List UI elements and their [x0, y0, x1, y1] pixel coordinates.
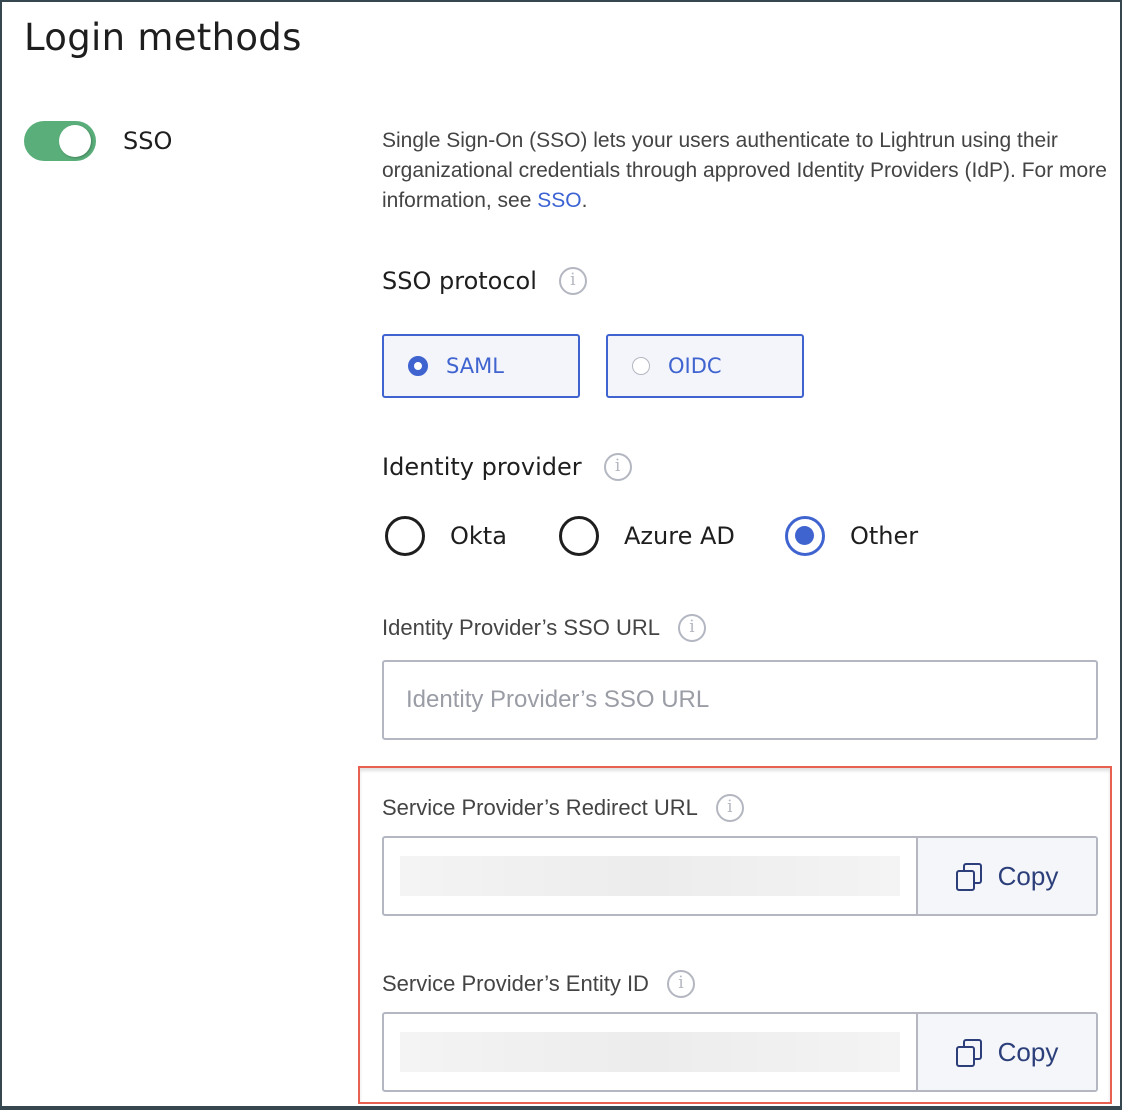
toggle-knob [59, 125, 91, 157]
sso-protocol-label: SSO protocol [382, 267, 537, 295]
radio-selected-icon [408, 356, 428, 376]
sp-redirect-url-label-text: Service Provider’s Redirect URL [382, 795, 698, 820]
radio-selected-icon [785, 516, 825, 556]
copy-button-label: Copy [997, 1036, 1059, 1067]
sp-entity-id-label: Service Provider’s Entity ID i [382, 970, 695, 998]
sp-entity-id-label-text: Service Provider’s Entity ID [382, 971, 649, 996]
protocol-option-label: OIDC [668, 354, 722, 378]
page-title: Login methods [24, 16, 302, 59]
sp-entity-id-field: Copy [382, 1012, 1098, 1092]
idp-option-label: Azure AD [624, 522, 735, 550]
protocol-option-saml[interactable]: SAML [382, 334, 580, 398]
info-icon[interactable]: i [715, 794, 744, 822]
idp-option-label: Other [850, 522, 919, 550]
copy-icon [955, 863, 982, 891]
idp-option-other[interactable]: Other [785, 516, 918, 556]
protocol-option-label: SAML [446, 354, 504, 378]
idp-option-okta[interactable]: Okta [385, 516, 507, 556]
idp-option-label: Okta [450, 522, 507, 550]
sp-entity-id-value[interactable] [384, 1014, 916, 1090]
sp-redirect-url-field: Copy [382, 836, 1098, 916]
radio-unselected-icon [385, 516, 425, 556]
identity-provider-label: Identity provider [382, 453, 582, 481]
identity-provider-heading: Identity provider i [382, 453, 632, 481]
info-icon[interactable]: i [558, 267, 587, 295]
sp-redirect-url-value[interactable] [384, 838, 916, 914]
sso-toggle[interactable] [24, 121, 96, 161]
description-suffix: . [581, 189, 588, 212]
copy-redirect-url-button[interactable]: Copy [916, 838, 1096, 914]
sso-description: Single Sign-On (SSO) lets your users aut… [382, 126, 1112, 216]
idp-sso-url-input[interactable] [382, 660, 1098, 740]
protocol-option-oidc[interactable]: OIDC [606, 334, 804, 398]
sso-protocol-heading: SSO protocol i [382, 267, 587, 295]
redacted-value [400, 856, 900, 896]
info-icon[interactable]: i [666, 970, 695, 998]
login-methods-panel: Login methods SSO Single Sign-On (SSO) l… [2, 2, 1120, 1106]
sso-toggle-label: SSO [123, 127, 173, 155]
info-icon[interactable]: i [677, 614, 706, 642]
description-text: Single Sign-On (SSO) lets your users aut… [382, 129, 1107, 212]
copy-icon [955, 1039, 982, 1067]
copy-button-label: Copy [997, 860, 1059, 891]
idp-option-azure-ad[interactable]: Azure AD [559, 516, 735, 556]
info-icon[interactable]: i [603, 453, 632, 481]
copy-entity-id-button[interactable]: Copy [916, 1014, 1096, 1090]
redacted-value [400, 1032, 900, 1072]
radio-unselected-icon [559, 516, 599, 556]
sp-redirect-url-label: Service Provider’s Redirect URL i [382, 794, 744, 822]
idp-sso-url-label-text: Identity Provider’s SSO URL [382, 615, 660, 640]
idp-sso-url-label: Identity Provider’s SSO URL i [382, 614, 706, 642]
radio-unselected-icon [632, 357, 650, 375]
sso-docs-link[interactable]: SSO [537, 189, 581, 212]
